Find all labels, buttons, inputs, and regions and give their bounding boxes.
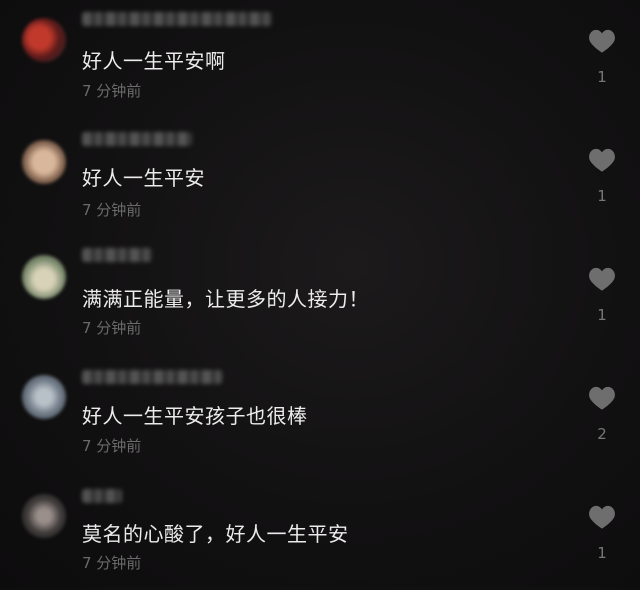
comment-time: 7 分钟前 [82,319,142,337]
like-count: 1 [597,187,607,205]
comment-item: 好人一生平安啊 7 分钟前 1 [0,0,640,110]
avatar[interactable] [22,375,66,419]
avatar[interactable] [22,255,66,299]
username[interactable] [82,248,152,262]
comment-text: 好人一生平安啊 [82,49,226,73]
username[interactable] [82,489,122,503]
like-button[interactable]: 1 [586,28,618,86]
comment-time: 7 分钟前 [82,82,142,100]
comment-item: 好人一生平安 7 分钟前 1 [0,120,640,230]
like-count: 1 [597,306,607,324]
like-button[interactable]: 1 [586,147,618,205]
heart-icon[interactable] [588,504,616,530]
like-count: 2 [597,425,607,443]
heart-icon[interactable] [588,385,616,411]
comment-item: 莫名的心酸了，好人一生平安 7 分钟前 1 [0,480,640,590]
username[interactable] [82,370,222,384]
username[interactable] [82,12,272,26]
avatar[interactable] [22,18,66,62]
heart-icon[interactable] [588,266,616,292]
heart-icon[interactable] [588,147,616,173]
like-button[interactable]: 1 [586,504,618,562]
like-count: 1 [597,68,607,86]
like-count: 1 [597,544,607,562]
comment-text: 莫名的心酸了，好人一生平安 [82,522,349,546]
comment-time: 7 分钟前 [82,554,142,572]
comment-text: 好人一生平安孩子也很棒 [82,404,308,428]
like-button[interactable]: 2 [586,385,618,443]
username[interactable] [82,132,192,146]
comment-text: 好人一生平安 [82,166,205,190]
avatar[interactable] [22,494,66,538]
comment-time: 7 分钟前 [82,437,142,455]
heart-icon[interactable] [588,28,616,54]
comment-item: 好人一生平安孩子也很棒 7 分钟前 2 [0,360,640,470]
like-button[interactable]: 1 [586,266,618,324]
avatar[interactable] [22,140,66,184]
comment-item: 满满正能量，让更多的人接力！ 7 分钟前 1 [0,240,640,350]
comment-time: 7 分钟前 [82,201,142,219]
comment-text: 满满正能量，让更多的人接力！ [82,287,369,311]
